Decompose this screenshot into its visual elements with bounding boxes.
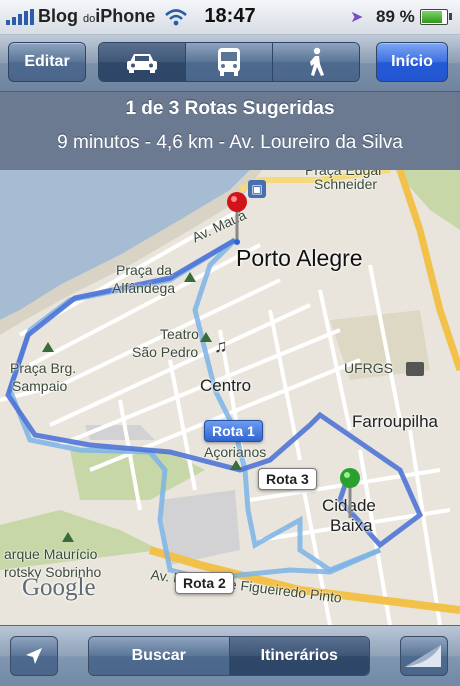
battery-icon <box>420 9 452 25</box>
map-label-acorianos: Açorianos <box>204 444 267 460</box>
walk-icon <box>310 47 324 76</box>
subway-station-icon: ▣ <box>248 180 266 198</box>
location-arrow-icon <box>26 648 42 664</box>
route-1-tag[interactable]: Rota 1 <box>204 420 263 442</box>
map-label-centro: Centro <box>200 376 252 395</box>
route-3-tag[interactable]: Rota 3 <box>258 468 317 490</box>
music-note-icon: ♫ <box>214 336 228 356</box>
route-info-banner: 1 de 3 Rotas Sugeridas 9 minutos - 4,6 k… <box>0 92 460 170</box>
map-view[interactable]: ▣ Av. Mauá Porto Alegre Praça da Alfânde… <box>0 170 460 625</box>
map-label-teatro: Teatro <box>160 326 199 342</box>
page-curl-icon <box>405 645 441 667</box>
map-label-parque: arque Maurício <box>4 546 98 562</box>
map-label-schneider: Schneider <box>314 176 378 192</box>
navigation-bar: Editar Início <box>0 35 460 92</box>
bus-icon <box>218 48 240 76</box>
walk-mode-button[interactable] <box>273 43 359 81</box>
page-curl-button[interactable] <box>400 636 448 676</box>
route-count-title: 1 de 3 Rotas Sugeridas <box>125 98 335 119</box>
location-services-icon: ➤ <box>350 9 364 26</box>
start-pin-icon[interactable] <box>224 190 250 246</box>
car-mode-button[interactable] <box>99 43 186 81</box>
search-tab[interactable]: Buscar <box>89 637 230 675</box>
carrier-name: Blog doiPhone <box>38 6 156 26</box>
map-label-city: Porto Alegre <box>236 245 363 271</box>
bus-mode-button[interactable] <box>186 43 273 81</box>
search-directions-selector: Buscar Itinerários <box>88 636 370 676</box>
car-icon <box>127 54 157 73</box>
route-summary: 9 minutos - 4,6 km - Av. Loureiro da Sil… <box>57 132 403 153</box>
edit-button[interactable]: Editar <box>8 42 86 82</box>
wifi-icon <box>165 9 187 26</box>
map-label-sao-pedro: São Pedro <box>132 344 199 360</box>
directions-tab[interactable]: Itinerários <box>229 637 369 675</box>
signal-strength-icon <box>6 9 36 25</box>
map-label-sampaio: Sampaio <box>12 378 68 394</box>
current-location-button[interactable] <box>10 636 58 676</box>
map-label-farroupilha: Farroupilha <box>352 412 438 431</box>
transport-mode-selector <box>98 42 360 82</box>
google-attribution: Google <box>22 574 96 601</box>
map-label-praca-da: Praça da <box>116 262 173 278</box>
map-label-praca-brg: Praça Brg. <box>10 360 77 376</box>
status-bar: Blog doiPhone 18:47 ➤ 89 % <box>0 0 460 35</box>
route-2-tag[interactable]: Rota 2 <box>175 572 234 594</box>
end-pin-icon[interactable] <box>337 466 363 522</box>
map-label-ufrgs: UFRGS <box>344 360 393 376</box>
bottom-toolbar: Buscar Itinerários <box>0 625 460 686</box>
clock: 18:47 <box>204 5 256 27</box>
map-label-alfandega: Alfândega <box>112 280 176 296</box>
battery-percent: 89 % <box>376 7 415 26</box>
start-button[interactable]: Início <box>376 42 448 82</box>
graduation-cap-icon <box>406 362 424 376</box>
